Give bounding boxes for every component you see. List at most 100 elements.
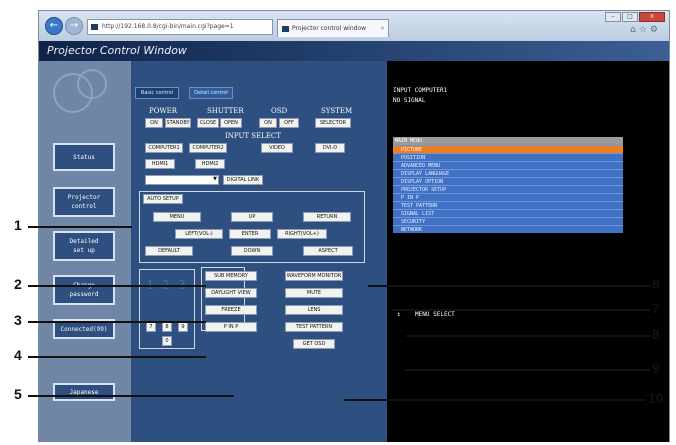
monitor-signal-line: NO SIGNAL bbox=[393, 97, 426, 104]
browser-tool-icons: ⌂☆⚙ bbox=[630, 25, 661, 35]
input-select-dropdown[interactable]: ▼ bbox=[145, 175, 219, 185]
osd-on-button[interactable]: ON bbox=[259, 118, 277, 128]
sub-memory-button[interactable]: SUB MEMORY bbox=[205, 271, 257, 281]
settings-gear-icon[interactable]: ⚙ bbox=[650, 25, 661, 35]
freeze-button[interactable]: FREEZE bbox=[205, 305, 257, 315]
minimize-icon[interactable]: – bbox=[605, 12, 621, 22]
logo-circle-small bbox=[77, 69, 107, 99]
menu-item-projector-setup: PROJECTOR SETUP bbox=[393, 185, 623, 193]
callout-leader-line bbox=[368, 285, 650, 287]
osd-off-button[interactable]: OFF bbox=[279, 118, 299, 128]
power-on-button[interactable]: ON bbox=[145, 118, 163, 128]
tab-title: Projector control window bbox=[292, 25, 367, 32]
menu-item-security: SECURITY bbox=[393, 217, 623, 225]
shutter-close-button[interactable]: CLOSE bbox=[197, 118, 219, 128]
address-text: http://192.168.0.8/cgi-bin/main.cgi?page… bbox=[102, 23, 234, 30]
change-password-button[interactable]: Change password bbox=[53, 275, 115, 305]
callout-leader-line bbox=[28, 356, 206, 358]
down-button[interactable]: DOWN bbox=[231, 246, 273, 256]
lens-button[interactable]: LENS bbox=[285, 305, 343, 315]
video-button[interactable]: VIDEO bbox=[261, 143, 293, 153]
menu-item-position: POSITION bbox=[393, 153, 623, 161]
home-icon[interactable]: ⌂ bbox=[630, 25, 639, 35]
keypad-0-button[interactable]: 0 bbox=[162, 336, 172, 346]
detailed-setup-button[interactable]: Detailed set up bbox=[53, 231, 115, 261]
callout-leader-line bbox=[28, 285, 206, 287]
hdmi1-button[interactable]: HDMI1 bbox=[145, 159, 175, 169]
callout-number: 4 bbox=[14, 347, 22, 363]
computer2-button[interactable]: COMPUTER2 bbox=[189, 143, 227, 153]
menu-header: MAIN MENU bbox=[393, 137, 623, 145]
callout-leader-line bbox=[28, 395, 234, 397]
osd-monitor: INPUT COMPUTER1 NO SIGNAL MAIN MENU PICT… bbox=[387, 61, 669, 442]
computer1-button[interactable]: COMPUTER1 bbox=[145, 143, 183, 153]
site-favicon-icon bbox=[91, 24, 98, 30]
left-vol-minus-button[interactable]: LEFT(VOL-) bbox=[175, 229, 223, 239]
callout-number: 1 bbox=[14, 217, 22, 233]
tab-detail-control[interactable]: Detail control bbox=[189, 87, 233, 99]
menu-button[interactable]: MENU bbox=[153, 212, 201, 222]
browser-tab[interactable]: Projector control window × bbox=[277, 19, 389, 37]
callout-leader-line bbox=[28, 321, 206, 323]
web-page: Projector Control Window Status Projecto… bbox=[39, 41, 669, 442]
close-window-icon[interactable]: × bbox=[639, 12, 665, 22]
maximize-icon[interactable]: □ bbox=[622, 12, 638, 22]
menu-item-display-language: DISPLAY LANGUAGE bbox=[393, 169, 623, 177]
browser-window: ← → http://192.168.0.8/cgi-bin/main.cgi?… bbox=[38, 10, 670, 442]
menu-item-network: NETWORK bbox=[393, 225, 623, 233]
selector-button[interactable]: SELECTOR bbox=[315, 118, 351, 128]
favorites-star-icon[interactable]: ☆ bbox=[639, 25, 650, 35]
input-select-label: INPUT SELECT bbox=[225, 132, 281, 140]
logo-graphic bbox=[47, 69, 121, 115]
callout-number: 6 bbox=[652, 276, 660, 292]
projector-control-button[interactable]: Projector control bbox=[53, 187, 115, 217]
address-bar[interactable]: http://192.168.0.8/cgi-bin/main.cgi?page… bbox=[87, 19, 273, 35]
status-button[interactable]: Status bbox=[53, 143, 115, 171]
power-label: POWER bbox=[149, 107, 178, 115]
tab-basic-control[interactable]: Basic control bbox=[135, 87, 179, 99]
menu-item-test-pattern: TEST PATTERN bbox=[393, 201, 623, 209]
forward-arrow-icon[interactable]: → bbox=[65, 17, 83, 35]
test-pattern-button[interactable]: TEST PATTERN bbox=[285, 322, 343, 332]
callout-leader-line bbox=[406, 335, 650, 337]
hdmi2-button[interactable]: HDMI2 bbox=[195, 159, 225, 169]
p-in-p-button[interactable]: P IN P bbox=[205, 322, 257, 332]
window-controls: – □ × bbox=[604, 12, 665, 22]
waveform-monitor-button[interactable]: WAVEFORM MONITOR bbox=[285, 271, 343, 281]
mute-button[interactable]: MUTE bbox=[285, 288, 343, 298]
dvi-d-button[interactable]: DVI-D bbox=[315, 143, 345, 153]
menu-item-signal-list: SIGNAL LIST bbox=[393, 209, 623, 217]
japanese-language-button[interactable]: Japanese bbox=[53, 383, 115, 401]
aspect-button[interactable]: ASPECT bbox=[303, 246, 353, 256]
screenshot-figure: ← → http://192.168.0.8/cgi-bin/main.cgi?… bbox=[0, 0, 676, 445]
default-button[interactable]: DEFAULT bbox=[145, 246, 193, 256]
number-keypad: 1 2 3 7 8 9 0 bbox=[139, 269, 195, 349]
keypad-9-button[interactable]: 9 bbox=[178, 322, 188, 332]
menu-select-hint: ↕ MENU SELECT bbox=[397, 311, 455, 318]
shutter-open-button[interactable]: OPEN bbox=[220, 118, 242, 128]
up-button[interactable]: UP bbox=[231, 212, 273, 222]
back-arrow-icon[interactable]: ← bbox=[45, 17, 63, 35]
callout-leader-line bbox=[404, 369, 650, 371]
callout-number: 10 bbox=[648, 390, 664, 406]
callout-leader-line bbox=[28, 226, 132, 228]
keypad-8-button[interactable]: 8 bbox=[162, 322, 172, 332]
return-button[interactable]: RETURN bbox=[303, 212, 351, 222]
keypad-7-button[interactable]: 7 bbox=[146, 322, 156, 332]
control-panel: Basic control Detail control POWER SHUTT… bbox=[131, 61, 387, 442]
daylight-view-button[interactable]: DAYLIGHT VIEW bbox=[205, 288, 257, 298]
auto-setup-button[interactable]: AUTO SETUP bbox=[143, 194, 183, 204]
control-tabs: Basic control Detail control bbox=[135, 87, 243, 101]
get-osd-button[interactable]: GET OSD bbox=[293, 339, 335, 349]
menu-item-display-option: DISPLAY OPTION bbox=[393, 177, 623, 185]
right-vol-plus-button[interactable]: RIGHT(VOL+) bbox=[277, 229, 327, 239]
digital-link-button[interactable]: DIGITAL LINK bbox=[223, 175, 263, 185]
osd-main-menu: MAIN MENU PICTURE POSITION ADVANCED MENU… bbox=[393, 137, 623, 233]
tab-close-icon[interactable]: × bbox=[380, 20, 385, 37]
monitor-input-line: INPUT COMPUTER1 bbox=[393, 87, 448, 94]
callout-number: 3 bbox=[14, 312, 22, 328]
osd-label: OSD bbox=[271, 107, 288, 115]
callout-number: 9 bbox=[652, 360, 660, 376]
enter-button[interactable]: ENTER bbox=[229, 229, 271, 239]
standby-button[interactable]: STANDBY bbox=[165, 118, 191, 128]
